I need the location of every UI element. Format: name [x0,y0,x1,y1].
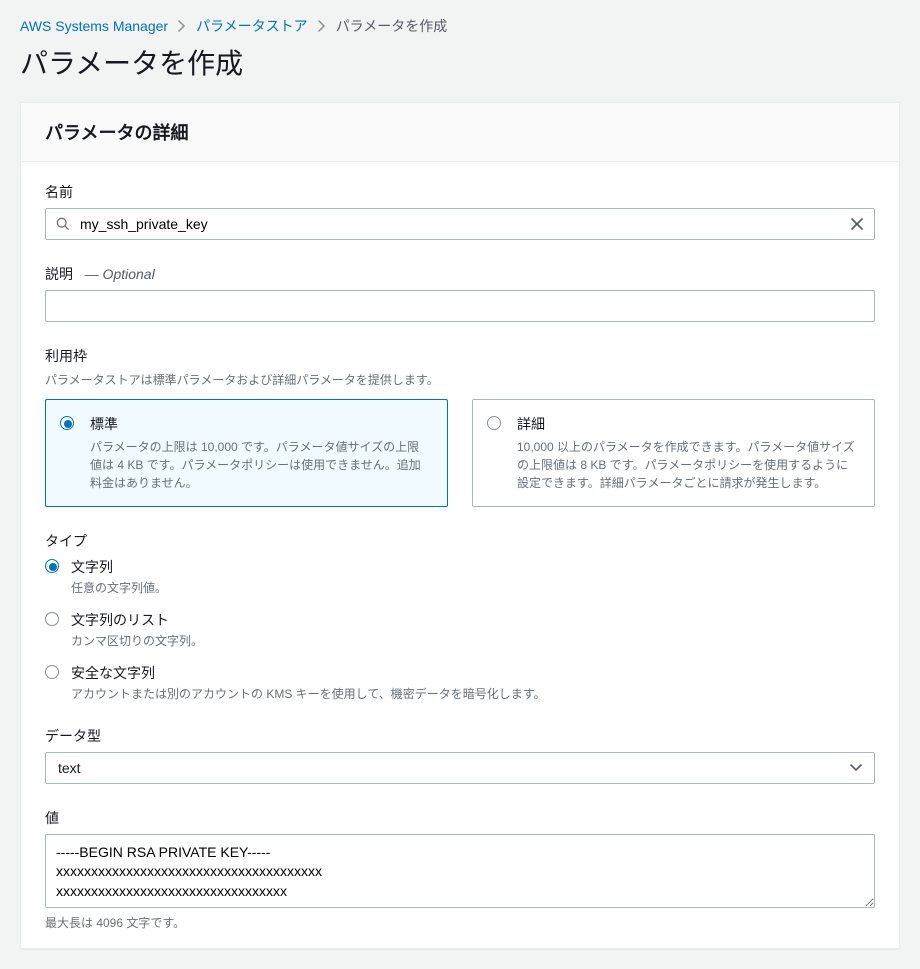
radio-icon [45,612,59,626]
tier-option-desc: パラメータの上限は 10,000 です。パラメータ値サイズの上限値は 4 KB … [90,438,431,492]
tier-label: 利用枠 [45,346,875,366]
description-label: 説明 — Optional [45,264,875,284]
description-input[interactable] [46,291,874,321]
type-option-desc: アカウントまたは別のアカウントの KMS キーを使用して、機密データを暗号化しま… [71,685,875,702]
name-input[interactable] [46,209,874,239]
name-label: 名前 [45,182,875,202]
value-textarea[interactable] [45,834,875,908]
breadcrumb: AWS Systems Manager パラメータストア パラメータを作成 [20,16,900,36]
breadcrumb-root[interactable]: AWS Systems Manager [20,18,168,34]
chevron-right-icon [178,20,186,32]
panel-title: パラメータの詳細 [45,119,875,145]
radio-icon [60,416,74,430]
tier-option-standard[interactable]: 標準 パラメータの上限は 10,000 です。パラメータ値サイズの上限値は 4 … [45,399,448,507]
value-maxlength-hint: 最大長は 4096 文字です。 [45,915,875,932]
optional-marker: — Optional [85,266,155,282]
tier-option-title: 標準 [90,414,431,434]
description-input-wrap [45,290,875,322]
type-option-title: 安全な文字列 [71,663,875,683]
type-option-desc: カンマ区切りの文字列。 [71,632,875,649]
type-label: タイプ [45,531,875,551]
radio-icon [45,665,59,679]
data-type-value: text [58,760,81,776]
chevron-right-icon [318,20,326,32]
tier-hint: パラメータストアは標準パラメータおよび詳細パラメータを提供します。 [45,372,875,389]
page-title: パラメータを作成 [20,42,900,82]
type-option-securestring[interactable]: 安全な文字列 アカウントまたは別のアカウントの KMS キーを使用して、機密デー… [45,663,875,702]
tier-option-desc: 10,000 以上のパラメータを作成できます。パラメータ値サイズの上限値は 8 … [517,438,858,492]
tier-option-advanced[interactable]: 詳細 10,000 以上のパラメータを作成できます。パラメータ値サイズの上限値は… [472,399,875,507]
data-type-select[interactable]: text [45,752,875,784]
parameter-details-panel: パラメータの詳細 名前 説明 [20,102,900,949]
type-option-stringlist[interactable]: 文字列のリスト カンマ区切りの文字列。 [45,610,875,649]
tier-option-title: 詳細 [517,414,858,434]
breadcrumb-parameter-store[interactable]: パラメータストア [196,16,308,36]
clear-input-icon[interactable] [850,217,864,231]
type-option-desc: 任意の文字列値。 [71,579,875,596]
radio-icon [487,416,501,430]
data-type-label: データ型 [45,726,875,746]
radio-icon [45,559,59,573]
caret-down-icon [850,764,862,772]
name-input-wrap [45,208,875,240]
type-option-title: 文字列のリスト [71,610,875,630]
type-option-string[interactable]: 文字列 任意の文字列値。 [45,557,875,596]
type-option-title: 文字列 [71,557,875,577]
breadcrumb-current: パラメータを作成 [336,16,448,36]
value-label: 値 [45,808,875,828]
